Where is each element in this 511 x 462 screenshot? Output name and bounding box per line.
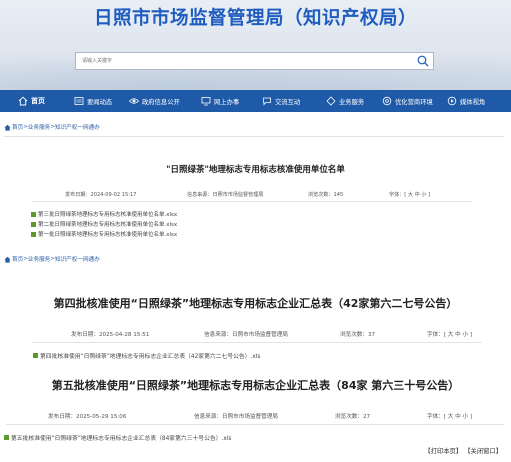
nav-item-label: 网上办事 [214,98,240,106]
view-count: 浏览次数：37 [340,330,375,338]
info-source: 信息来源：日照市市场监督管理局 [194,412,278,420]
view-count-value: 145 [333,192,344,198]
breadcrumb-home[interactable]: 首页 [12,255,23,263]
font-size-switch[interactable]: 字体：[ 大 中 小 ] [427,330,472,338]
excel-file-icon [33,353,38,358]
divider [4,136,504,137]
excel-file-icon [31,221,36,227]
eye-icon [129,98,139,104]
home-icon [4,124,11,131]
nav-item-business[interactable]: 业务服务 [326,90,364,112]
view-count: 浏览次数：27 [335,412,370,420]
search-input[interactable] [82,53,402,69]
info-source-value: 日照市市场监督管理局 [212,192,264,198]
view-count-label: 浏览次数： [335,414,363,420]
attachment-link[interactable]: 第三批日照绿茶地理标志专用标志核准使用单位名单.xlsx [31,210,177,218]
print-page-link[interactable]: 【打印本页】 [424,448,462,455]
publish-date-label: 发布日期： [48,414,76,420]
attachment-link[interactable]: 第一批日照绿茶地理标志专用标志核准使用单位名单.xlsx [31,230,177,238]
view-count-value: 37 [367,332,376,338]
info-source-label: 信息来源： [204,332,232,338]
breadcrumb-home[interactable]: 首页 [12,123,23,131]
font-size-switch[interactable]: 字体：[ 大 中 小 ] [427,412,472,420]
publish-date-label: 发布日期： [65,192,91,198]
info-source-value: 日照市市场监督管理局 [231,332,288,338]
settings-icon [382,96,392,106]
breadcrumb-sub[interactable]: 知识产权一网通办 [55,123,100,131]
breadcrumb: 首页 > 业务服务 > 知识产权一网通办 [4,255,100,263]
nav-item-media[interactable]: 媒体视角 [447,90,485,112]
font-size-switch[interactable]: 字体：[ 大 中 小 ] [389,191,430,198]
view-count-value: 27 [362,414,371,420]
publish-date-value: 2025-05-29 15:06 [75,414,127,420]
header-banner: 日照市市场监督管理局（知识产权局） [0,0,511,90]
media-icon [447,96,457,106]
publish-date: 发布日期：2024-09-02 15:17 [65,191,136,198]
divider [32,201,472,202]
attachment-name: 第二批日照绿茶地理标志专用标志核准使用单位名单.xlsx [38,222,178,228]
publish-date: 发布日期：2025-04-28 15:51 [71,330,149,338]
nav-item-interaction[interactable]: 交流互动 [262,90,300,112]
main-nav: 首页 要闻动态 政府信息公开 网上办事 交流互动 业务服务 优化营商环境 媒体视… [0,90,511,112]
chat-icon [263,97,271,106]
site-title: 日照市市场监督管理局（知识产权局） [93,8,417,29]
view-count-label: 浏览次数： [340,332,368,338]
view-count: 浏览次数：145 [308,191,343,198]
article-title: 第五批核准使用“日照绿茶”地理标志专用标志企业汇总表（84家 第六三十号公告） [51,379,460,392]
home-icon [4,256,11,263]
excel-file-icon [31,231,36,237]
publish-date-value: 2024-09-02 15:17 [90,192,137,198]
nav-item-label: 业务服务 [339,98,365,106]
nav-item-label: 政府信息公开 [142,98,180,106]
publish-date-label: 发布日期： [71,332,99,338]
publish-date: 发布日期：2025-05-29 15:06 [48,412,126,420]
nav-item-label: 要闻动态 [87,98,113,106]
nav-item-gov-info[interactable]: 政府信息公开 [129,90,180,112]
search-icon[interactable] [417,55,429,67]
nav-item-label: 交流互动 [275,98,301,106]
nav-item-home[interactable]: 首页 [18,90,45,112]
attachment-name: 第三批日照绿茶地理标志专用标志核准使用单位名单.xlsx [38,212,178,218]
nav-item-label: 媒体视角 [460,98,486,106]
attachment-link[interactable]: 第四批核准使用“日照绿茶”地理标志专用标志企业汇总表（42家第六二七号公告）.x… [33,351,260,360]
nav-item-online-service[interactable]: 网上办事 [201,90,239,112]
info-source-label: 信息来源： [194,414,222,420]
view-count-label: 浏览次数： [308,192,334,198]
attachment-link[interactable]: 第五批核准使用“日照绿茶”地理标志专用标志企业汇总表（84家第六三十号公告）.x… [4,433,231,442]
close-window-link[interactable]: 【关闭窗口】 [464,448,502,455]
info-source-label: 信息来源： [187,192,213,198]
info-source-value: 日照市市场监督管理局 [221,414,278,420]
excel-file-icon [4,435,9,440]
attachment-name: 第一批日照绿茶地理标志专用标志核准使用单位名单.xlsx [38,232,178,238]
info-source: 信息来源：日照市市场监督管理局 [204,330,288,338]
breadcrumb-section[interactable]: 业务服务 [28,255,50,263]
info-source: 信息来源：日照市市场监督管理局 [187,191,263,198]
breadcrumb-section[interactable]: 业务服务 [28,123,50,131]
divider [6,424,504,425]
search-box[interactable] [75,52,434,70]
nav-item-label: 优化营商环境 [395,98,433,106]
nav-item-news[interactable]: 要闻动态 [74,90,112,112]
monitor-icon [201,97,211,106]
breadcrumb: 首页 > 业务服务 > 知识产权一网通办 [4,123,100,131]
nav-item-business-env[interactable]: 优化营商环境 [382,90,433,112]
attachment-link[interactable]: 第二批日照绿茶地理标志专用标志核准使用单位名单.xlsx [31,220,177,228]
excel-file-icon [31,211,36,217]
attachment-name: 第四批核准使用“日照绿茶”地理标志专用标志企业汇总表（42家第六二七号公告）.x… [40,354,261,360]
nav-item-label: 首页 [31,97,45,105]
article-title: "日照绿茶"地理标志专用标志核准使用单位名单 [166,165,345,175]
divider [32,342,482,343]
publish-date-value: 2025-04-28 15:51 [98,332,150,338]
news-icon [74,97,84,105]
footer-actions: 【打印本页】 【关闭窗口】 [424,446,502,455]
home-icon [18,96,28,106]
diamond-icon [326,96,336,106]
article-title: 第四批核准使用“日照绿茶”地理标志专用标志企业汇总表（42家第六二七号公告） [53,297,458,310]
breadcrumb-sub[interactable]: 知识产权一网通办 [55,255,100,263]
attachment-name: 第五批核准使用“日照绿茶”地理标志专用标志企业汇总表（84家第六三十号公告）.x… [11,436,232,442]
